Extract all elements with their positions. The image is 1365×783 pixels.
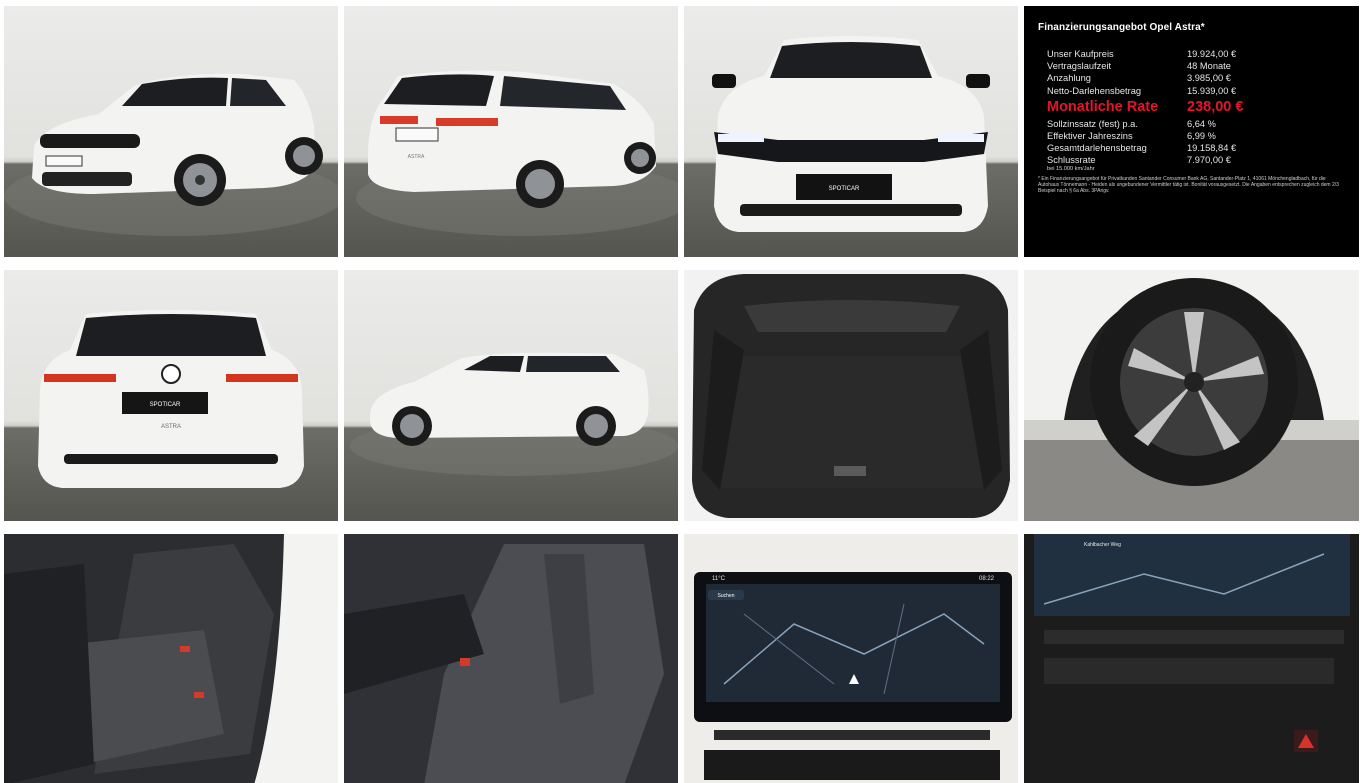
navigation-screen-icon: 11°C 08:22 Suchen: [684, 534, 1018, 783]
map-street-label: Kahlbacher Weg: [1084, 542, 1121, 548]
license-plate: SPOTICAR: [829, 186, 860, 192]
finance-row-apr: Effektiver Jahreszins 6,99 %: [1047, 131, 1216, 142]
climate-controls-icon: Kahlbacher Weg: [1024, 534, 1359, 783]
car-rear-3q-icon: ASTRA: [356, 70, 678, 236]
finance-offer-card[interactable]: Finanzierungsangebot Opel Astra* Unser K…: [1024, 6, 1359, 257]
gallery-photo-1[interactable]: [4, 6, 338, 257]
outside-temperature: 11°C: [712, 576, 726, 582]
gallery-photo-3[interactable]: SPOTICAR: [684, 6, 1018, 257]
gallery-photo-9[interactable]: [4, 534, 338, 783]
finance-row-price: Unser Kaufpreis 19.924,00 €: [1047, 49, 1237, 59]
car-rear-icon: SPOTICAR ASTRA: [38, 310, 304, 488]
clock: 08:22: [979, 576, 995, 582]
finance-table: Unser Kaufpreis 19.924,00 € Vertragslaufz…: [1047, 48, 1345, 172]
finance-row-net-loan: Netto-Darlehensbetrag 15.939,00 €: [1047, 85, 1237, 96]
rear-seats-icon: [4, 534, 338, 783]
finance-row-downpayment: Anzahlung 3.985,00 €: [1047, 73, 1231, 84]
gallery-photo-12[interactable]: Kahlbacher Weg: [1024, 534, 1359, 783]
car-model-badge: ASTRA: [408, 154, 425, 160]
finance-title: Finanzierungsangebot Opel Astra*: [1038, 22, 1205, 33]
finance-row-total: Gesamtdarlehensbetrag 19.158,84 €: [1047, 143, 1237, 154]
finance-footnote: * Ein Finanzierungsangebot für Privatkun…: [1038, 175, 1339, 195]
gallery-photo-6[interactable]: [344, 270, 678, 521]
monthly-rate: Monatliche Rate 238,00 €: [1047, 98, 1244, 115]
gallery-photo-10[interactable]: [344, 534, 678, 783]
license-plate: SPOTICAR: [150, 402, 181, 408]
photo-gallery: ASTRA SPOTICAR Finanzierungsangebot Opel…: [4, 6, 1359, 783]
finance-row-term: Vertragslaufzeit 48 Monate: [1047, 61, 1231, 72]
car-model-badge: ASTRA: [161, 424, 181, 430]
wheel-icon: [1024, 270, 1359, 521]
gallery-photo-5[interactable]: SPOTICAR ASTRA: [4, 270, 338, 521]
car-front-3q-icon: [4, 73, 338, 236]
front-seat-icon: [344, 534, 678, 783]
gallery-photo-7[interactable]: [684, 270, 1018, 521]
car-side-icon: [350, 352, 678, 476]
car-front-icon: SPOTICAR: [712, 36, 990, 232]
gallery-photo-2[interactable]: ASTRA: [344, 6, 678, 257]
finance-row-interest: Sollzinssatz (fest) p.a. 6,64 %: [1047, 118, 1216, 129]
gallery-photo-11[interactable]: 11°C 08:22 Suchen: [684, 534, 1018, 783]
nav-search-button: Suchen: [718, 593, 735, 599]
trunk-icon: [692, 274, 1010, 518]
gallery-photo-8[interactable]: [1024, 270, 1359, 521]
